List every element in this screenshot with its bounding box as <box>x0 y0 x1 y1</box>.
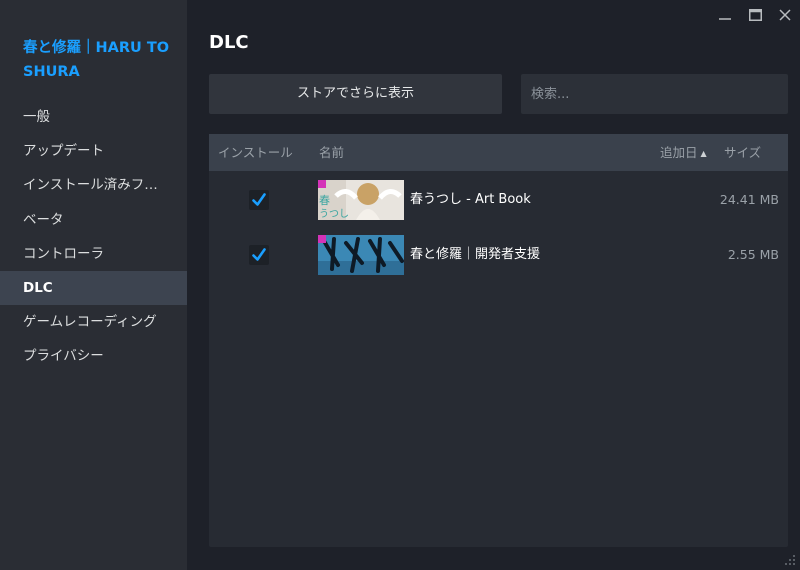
window-controls <box>710 0 800 30</box>
dlc-name: 春うつし - Art Book <box>410 192 531 207</box>
nav-item-general[interactable]: 一般 <box>0 100 187 134</box>
dlc-thumbnail-art-book: 春 うつし <box>318 180 404 220</box>
column-header-date-added[interactable]: 追加日 ▲ <box>660 134 707 172</box>
nav-item-installed-files[interactable]: インストール済みファ... <box>0 168 187 202</box>
nav-item-updates[interactable]: アップデート <box>0 134 187 168</box>
minimize-button[interactable] <box>710 0 740 30</box>
nav-item-betas[interactable]: ベータ <box>0 203 187 237</box>
checkmark-icon <box>252 248 266 261</box>
settings-nav: 一般 アップデート インストール済みファ... ベータ コントローラ DLC ゲ… <box>0 100 187 374</box>
maximize-button[interactable] <box>740 0 770 30</box>
sort-ascending-icon: ▲ <box>700 149 707 158</box>
page-title: DLC <box>209 32 249 53</box>
column-header-name[interactable]: 名前 <box>319 134 344 171</box>
install-checkbox[interactable] <box>249 245 269 265</box>
minimize-icon <box>719 18 731 20</box>
maximize-icon <box>748 9 762 21</box>
close-icon <box>779 9 791 21</box>
install-checkbox[interactable] <box>249 190 269 210</box>
dlc-thumbnail-developer-support <box>318 235 404 275</box>
nav-item-controller[interactable]: コントローラ <box>0 237 187 271</box>
column-header-date-added-label: 追加日 <box>660 145 698 160</box>
dlc-size: 2.55 MB <box>727 247 779 262</box>
nav-item-dlc[interactable]: DLC <box>0 270 187 306</box>
game-title: 春と修羅｜HARU TO SHURA <box>23 40 170 80</box>
resize-grip-icon[interactable] <box>784 554 796 566</box>
nav-item-privacy[interactable]: プライバシー <box>0 339 187 373</box>
column-header-install[interactable]: インストール <box>218 134 293 171</box>
column-header-size[interactable]: サイズ <box>724 134 761 171</box>
svg-text:春: 春 <box>319 194 330 207</box>
table-row: 春と修羅｜開発者支援 2.55 MB <box>209 231 788 275</box>
nav-item-game-recording[interactable]: ゲームレコーディング <box>0 305 187 339</box>
sidebar: 春と修羅｜HARU TO SHURA 一般 アップデート インストール済みファ.… <box>0 0 187 570</box>
table-header: インストール 名前 追加日 ▲ サイズ <box>209 134 788 171</box>
close-button[interactable] <box>770 0 800 30</box>
dlc-name: 春と修羅｜開発者支援 <box>410 247 541 262</box>
search-input[interactable] <box>521 74 788 114</box>
svg-text:うつし: うつし <box>319 208 349 220</box>
table-row: 春 うつし 春うつし - Art Book 24.41 MB <box>209 176 788 220</box>
show-more-in-store-button[interactable]: ストアでさらに表示 <box>209 74 502 114</box>
dlc-table: インストール 名前 追加日 ▲ サイズ 春 うつし 春うつし - Art Book… <box>209 134 788 547</box>
dlc-size: 24.41 MB <box>719 192 779 207</box>
checkmark-icon <box>252 193 266 206</box>
